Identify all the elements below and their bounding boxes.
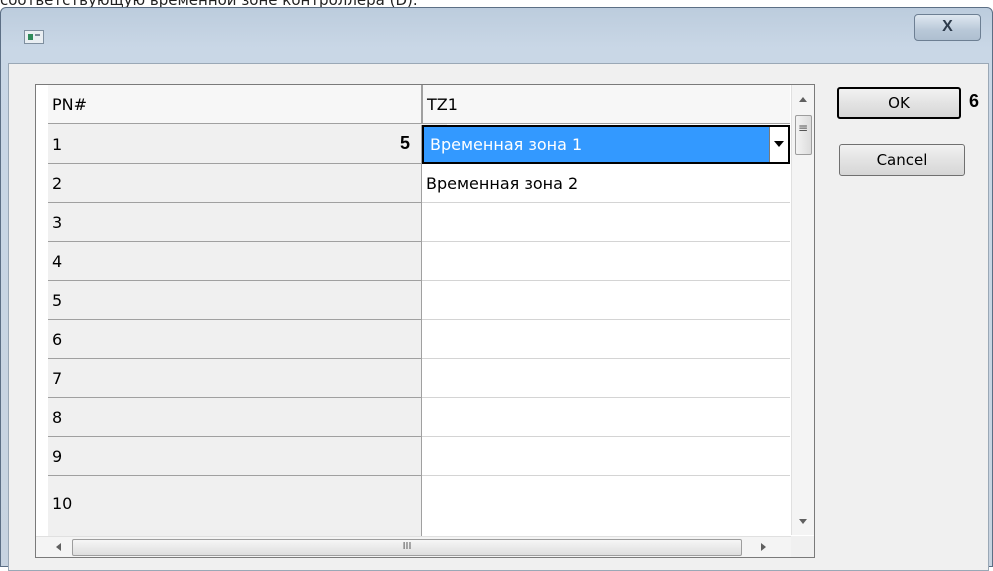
row-number-cell[interactable]: 1: [48, 125, 422, 164]
annotation-marker-6: 6: [969, 91, 980, 111]
row-number-cell[interactable]: 7: [48, 359, 422, 398]
row-number-cell[interactable]: 4: [48, 242, 422, 281]
tz1-cell[interactable]: [422, 242, 790, 281]
tz1-cell[interactable]: [422, 398, 790, 437]
row-number-cell[interactable]: 9: [48, 437, 422, 476]
tz1-cell[interactable]: [422, 359, 790, 398]
scroll-up-arrow-icon[interactable]: [799, 97, 807, 102]
tz1-combo-cell-selected[interactable]: Временная зона 1: [422, 125, 790, 164]
row-number-cell[interactable]: 3: [48, 203, 422, 242]
time-zone-grid: PN# TZ1 1 Временная зона 1 2 Временная з…: [35, 84, 815, 558]
row-number-cell[interactable]: 8: [48, 398, 422, 437]
horizontal-scrollbar[interactable]: III: [36, 536, 791, 557]
dialog-window: X PN# TZ1 1 Временная зона 1 2 Временная…: [0, 7, 993, 571]
annotation-marker-5: 5: [400, 133, 411, 153]
dialog-client-area: PN# TZ1 1 Временная зона 1 2 Временная з…: [8, 63, 989, 571]
row-number-cell[interactable]: 5: [48, 281, 422, 320]
dropdown-arrow-icon[interactable]: [769, 127, 788, 162]
vertical-scrollbar[interactable]: [791, 85, 814, 535]
tz1-cell[interactable]: [422, 281, 790, 320]
scroll-down-arrow-icon[interactable]: [799, 519, 807, 524]
tz1-cell[interactable]: [422, 203, 790, 242]
close-button[interactable]: X: [914, 14, 981, 41]
row-number-cell[interactable]: 10: [48, 476, 422, 536]
column-header-tz1[interactable]: TZ1: [422, 85, 790, 124]
row-number-cell[interactable]: 6: [48, 320, 422, 359]
row-number-cell[interactable]: 2: [48, 164, 422, 203]
tz1-cell[interactable]: [422, 320, 790, 359]
scrollbar-corner: [791, 536, 814, 557]
scroll-left-arrow-icon[interactable]: [56, 543, 61, 551]
app-icon: [24, 30, 44, 44]
column-header-pn[interactable]: PN#: [48, 85, 422, 124]
ok-button[interactable]: OK: [837, 87, 961, 119]
scroll-right-arrow-icon[interactable]: [761, 543, 766, 551]
tz1-combo-value: Временная зона 1: [430, 135, 583, 154]
tz1-cell[interactable]: [422, 437, 790, 476]
tz1-cell[interactable]: [422, 476, 790, 536]
vertical-scroll-thumb[interactable]: [795, 115, 812, 155]
horizontal-scroll-thumb[interactable]: III: [72, 539, 742, 556]
tz1-cell[interactable]: Временная зона 2: [422, 164, 790, 203]
cancel-button[interactable]: Cancel: [839, 144, 965, 176]
